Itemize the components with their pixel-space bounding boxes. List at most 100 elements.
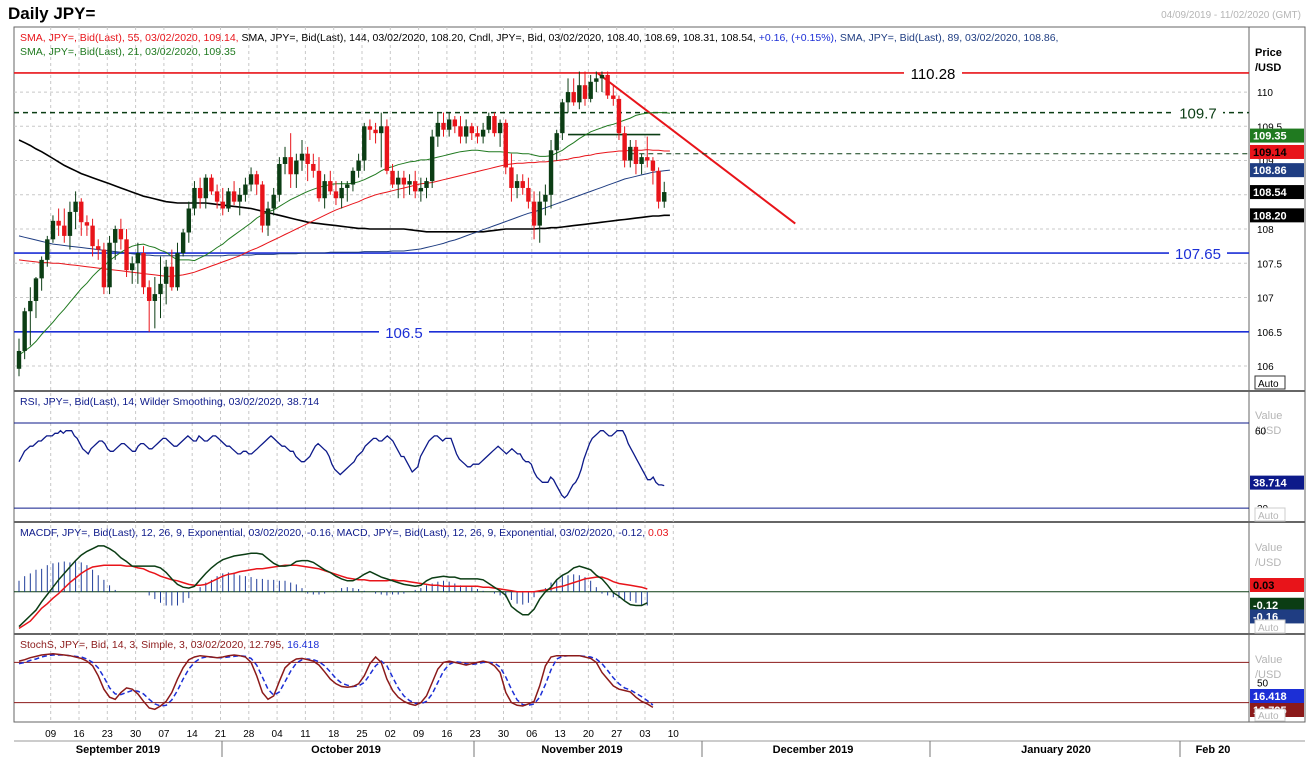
candle-body (254, 174, 259, 185)
candle-body (656, 170, 661, 202)
candle-body (322, 181, 327, 199)
candle-body (135, 253, 141, 264)
candle-body (622, 133, 627, 161)
candle-body (429, 136, 435, 182)
candle-body (384, 126, 390, 171)
auto-label-rsi: Auto (1258, 511, 1279, 522)
candle-body (328, 181, 333, 192)
price-tag: 109.35 (1253, 131, 1287, 143)
candle-body (62, 225, 67, 236)
candle-body (163, 266, 169, 284)
candle-body (339, 187, 344, 199)
candle-body (265, 208, 271, 226)
chart-frame (13, 26, 1306, 723)
x-tick-day: 13 (555, 729, 567, 740)
auto-label-price: Auto (1258, 379, 1279, 390)
auto-label-stoch: Auto (1258, 711, 1279, 722)
candle-body (130, 263, 135, 271)
price-tick-label: 108 (1257, 225, 1274, 236)
candle-body (548, 150, 554, 195)
candle-body (243, 184, 248, 195)
candle-body (45, 239, 50, 260)
candle-body (543, 194, 548, 202)
candle-body (316, 170, 322, 199)
candle-body (497, 122, 503, 134)
x-month-label: Feb 20 (1196, 744, 1231, 756)
x-tick-day: 07 (158, 729, 170, 740)
candle-body (537, 201, 542, 226)
price-tag: 108.86 (1253, 165, 1287, 177)
x-tick-day: 11 (300, 729, 311, 740)
candle-body (480, 129, 486, 137)
candle-body (305, 153, 310, 164)
candle-body (645, 157, 650, 161)
x-tick-day: 23 (470, 729, 482, 740)
macd-axis-title: Value (1255, 542, 1282, 554)
sma144-line (18, 139, 670, 233)
candle-body (413, 181, 418, 192)
x-tick-day: 20 (583, 729, 595, 740)
candle-body (214, 191, 220, 202)
candle-body (260, 184, 265, 226)
candle-body (588, 81, 593, 99)
candle-body (639, 157, 644, 164)
candle-body (633, 146, 639, 164)
candle-body (248, 174, 254, 185)
level-label-2: 107.65 (1175, 246, 1221, 263)
candle-body (390, 170, 395, 185)
price-legend-line2: SMA, JPY=, Bid(Last), 21, 03/02/2020, 10… (20, 46, 236, 58)
x-tick-day: 10 (668, 729, 680, 740)
chart-canvas[interactable]: 110109.5109108.5108107.5107106.5106Price… (0, 0, 1307, 775)
candle-body (362, 126, 367, 161)
candle-body (435, 122, 441, 137)
candle-body (333, 191, 339, 199)
candle-body (463, 126, 469, 137)
x-month-label: November 2019 (541, 744, 622, 756)
x-month-label: September 2019 (76, 744, 160, 756)
rsi-tick-label: 60 (1255, 427, 1267, 438)
candle-body (56, 220, 61, 226)
candle-body (169, 266, 175, 288)
candle-body (503, 122, 508, 168)
candle-body (531, 201, 537, 226)
level-label-3: 106.5 (385, 325, 423, 342)
candle-body (186, 208, 191, 233)
candle-body (526, 187, 531, 202)
candle-body (203, 177, 208, 199)
candle-body (554, 133, 559, 151)
level-label-0: 110.28 (911, 66, 956, 83)
x-tick-day: 09 (413, 729, 425, 740)
candle-body (28, 300, 33, 312)
candle-body (192, 187, 197, 209)
candle-body (107, 242, 112, 288)
candle-body (475, 133, 480, 137)
rsi-tag: 38.714 (1253, 478, 1288, 490)
price-tick-label: 106 (1257, 362, 1274, 373)
candle-body (146, 287, 152, 301)
macd-line (18, 545, 648, 628)
candle-body (294, 160, 299, 175)
price-tag: 109.14 (1253, 147, 1288, 159)
candle-body (96, 246, 101, 250)
x-tick-day: 03 (639, 729, 651, 740)
candle-body (311, 163, 316, 171)
stoch-tag: 16.418 (1253, 691, 1287, 703)
rsi-line (18, 429, 665, 499)
candle-body (560, 102, 565, 134)
candle-body (594, 78, 599, 82)
candle-body (271, 194, 276, 209)
candle-body (628, 146, 633, 161)
candle-body (418, 187, 424, 192)
x-tick-day: 18 (328, 729, 340, 740)
x-tick-day: 16 (73, 729, 85, 740)
price-tag: 108.54 (1253, 187, 1288, 199)
candle-body (79, 201, 84, 223)
candle-body (407, 181, 412, 185)
candle-body (458, 126, 463, 137)
candle-body (197, 187, 203, 199)
candle-body (599, 74, 605, 79)
candle-body (520, 181, 525, 188)
x-tick-day: 21 (215, 729, 227, 740)
candle-body (486, 116, 491, 130)
price-tick-label: 106.5 (1257, 328, 1282, 339)
